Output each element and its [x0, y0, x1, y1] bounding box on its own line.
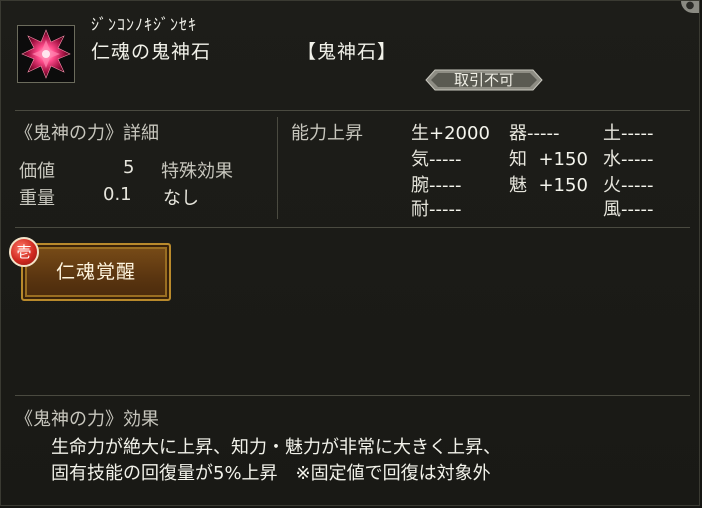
stat-water: 水----- [603, 149, 654, 170]
stat-life: 生+2000 [411, 123, 490, 144]
details-header: 《鬼神の力》詳細 [15, 123, 159, 144]
weight-label: 重量 [19, 188, 55, 209]
column-divider [277, 117, 278, 219]
stat-spirit: 気----- [411, 149, 462, 170]
awaken-button[interactable]: 仁魂覚醒 [21, 243, 171, 301]
item-name: 仁魂の鬼神石 [91, 41, 212, 63]
value-amount: 5 [123, 157, 135, 178]
special-effect-label: 特殊効果 [161, 161, 233, 182]
trade-status-label: 取引不可 [453, 71, 514, 89]
stat-fire: 火----- [603, 175, 654, 196]
trade-status-badge: 取引不可 [425, 69, 543, 91]
divider [15, 227, 690, 228]
awaken-rank-badge: 壱 [9, 237, 39, 267]
stat-dexterity: 器----- [509, 123, 560, 144]
divider [15, 395, 690, 396]
special-effect-value: なし [163, 188, 199, 209]
stat-earth: 土----- [603, 123, 654, 144]
stat-intellect: 知 +150 [509, 149, 588, 170]
item-category: 【鬼神石】 [297, 41, 398, 63]
close-corner-icon[interactable]: ● [681, 1, 699, 13]
stat-endurance: 耐----- [411, 199, 462, 220]
item-tooltip-panel: ● ｼﾞﾝｺﾝﾉｷｼﾞﾝｾｷ 仁魂の鬼神石 【鬼神石】 取引不可 《鬼神の力》詳… [0, 0, 700, 506]
weight-amount: 0.1 [103, 184, 132, 205]
stat-wind: 風----- [603, 199, 654, 220]
crystal-icon [17, 25, 75, 83]
item-reading: ｼﾞﾝｺﾝﾉｷｼﾞﾝｾｷ [91, 15, 198, 34]
awaken-button-label: 仁魂覚醒 [55, 261, 136, 283]
divider [15, 110, 690, 111]
stat-strength: 腕----- [411, 175, 462, 196]
effect-line-2: 固有技能の回復量が5%上昇 ※固定値で回復は対象外 [51, 463, 491, 484]
effect-header: 《鬼神の力》効果 [15, 409, 159, 430]
value-label: 価値 [19, 161, 55, 182]
abilities-header: 能力上昇 [291, 123, 363, 144]
stat-charisma: 魅 +150 [509, 175, 588, 196]
effect-line-1: 生命力が絶大に上昇、知力・魅力が非常に大きく上昇、 [51, 437, 501, 458]
